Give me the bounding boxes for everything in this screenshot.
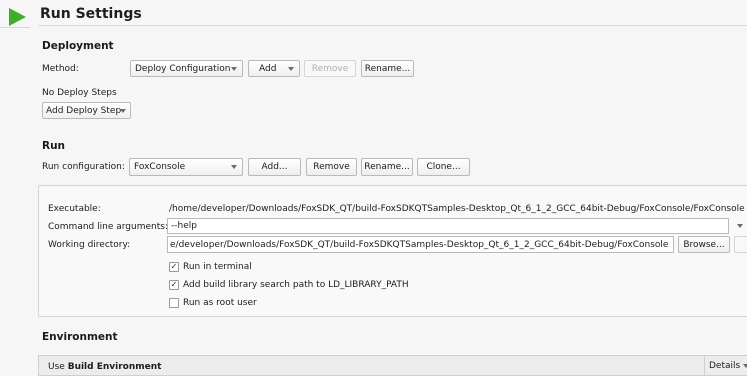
checkmark-icon: ✓ xyxy=(170,280,178,289)
run-heading: Run xyxy=(42,140,66,152)
deploy-method-combo[interactable]: Deploy Configuration xyxy=(130,60,243,77)
checkmark-icon: ✓ xyxy=(170,262,178,271)
run-add-button[interactable]: Add... xyxy=(248,158,301,176)
environment-use-prefix: Use xyxy=(48,362,65,372)
chevron-down-icon xyxy=(231,165,237,169)
no-deploy-steps-text: No Deploy Steps xyxy=(42,88,117,98)
workdir-input[interactable]: e/developer/Downloads/FoxSDK_QT/build-Fo… xyxy=(167,236,674,253)
deploy-add-label: Add xyxy=(259,63,277,74)
run-in-terminal-checkbox[interactable]: ✓ xyxy=(169,262,179,272)
deploy-remove-button[interactable]: Remove xyxy=(304,60,356,77)
reset-button[interactable] xyxy=(734,236,747,253)
deploy-rename-button[interactable]: Rename... xyxy=(361,60,414,77)
run-arrow-icon xyxy=(9,8,26,26)
run-as-root-checkbox[interactable] xyxy=(169,298,179,308)
deploy-add-button[interactable]: Add xyxy=(248,60,300,77)
add-deploy-step-button[interactable]: Add Deploy Step xyxy=(42,102,131,119)
executable-value: /home/developer/Downloads/FoxSDK_QT/buil… xyxy=(169,204,745,214)
args-history-chevron-icon[interactable] xyxy=(737,224,743,228)
run-in-terminal-label: Run in terminal xyxy=(183,262,252,272)
workdir-label: Working directory: xyxy=(48,240,131,250)
page-title: Run Settings xyxy=(40,6,142,22)
add-build-lib-checkbox[interactable]: ✓ xyxy=(169,280,179,290)
run-config-label: Run configuration: xyxy=(42,162,125,172)
deploy-method-value: Deploy Configuration xyxy=(135,63,231,74)
chevron-down-icon xyxy=(231,66,237,71)
args-label: Command line arguments: xyxy=(48,222,168,232)
run-clone-button[interactable]: Clone... xyxy=(417,158,470,176)
chevron-down-icon xyxy=(120,108,126,113)
chevron-down-icon xyxy=(743,364,747,368)
args-input[interactable]: --help xyxy=(167,218,729,234)
environment-source: Build Environment xyxy=(67,362,162,372)
run-remove-button[interactable]: Remove xyxy=(306,158,357,176)
environment-details-button[interactable]: Details xyxy=(704,356,747,376)
run-rename-button[interactable]: Rename... xyxy=(361,158,413,176)
sidebar-edge xyxy=(0,27,30,39)
add-deploy-step-label: Add Deploy Step xyxy=(46,105,122,116)
method-label: Method: xyxy=(42,64,79,74)
environment-summary: Use Build Environment xyxy=(48,362,161,372)
deployment-heading: Deployment xyxy=(42,40,114,52)
run-as-root-label: Run as root user xyxy=(183,298,257,308)
environment-details-label: Details xyxy=(709,361,741,371)
browse-button[interactable]: Browse... xyxy=(678,236,730,253)
run-config-combo[interactable]: FoxConsole xyxy=(129,158,243,176)
chevron-down-icon xyxy=(288,66,294,71)
environment-heading: Environment xyxy=(42,331,118,343)
title-divider xyxy=(38,25,747,26)
add-build-lib-label: Add build library search path to LD_LIBR… xyxy=(183,280,409,290)
executable-label: Executable: xyxy=(48,204,101,214)
run-config-value: FoxConsole xyxy=(134,162,186,172)
